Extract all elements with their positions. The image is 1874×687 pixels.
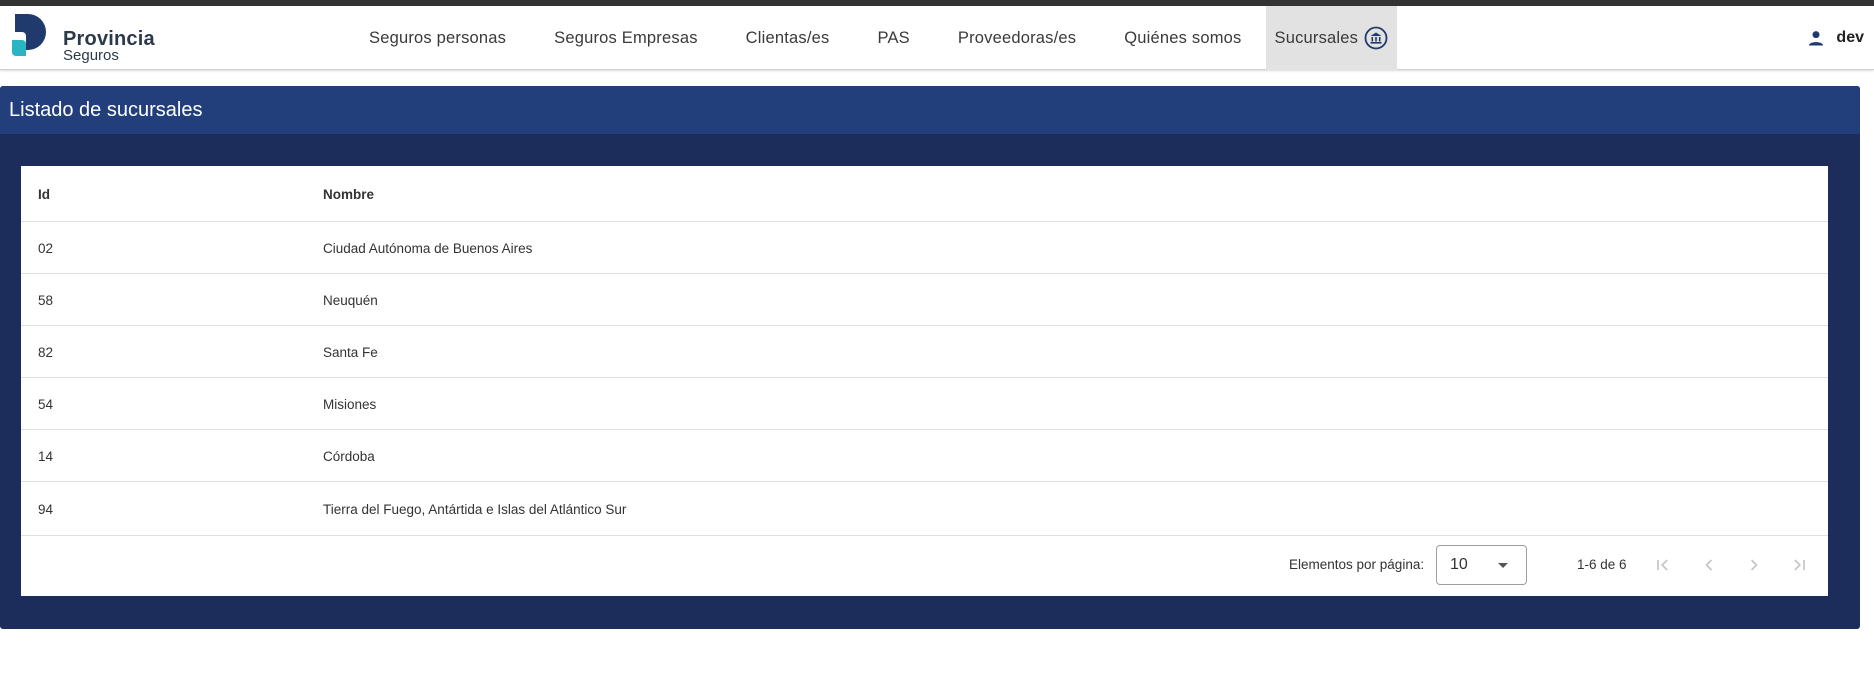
cell-id: 82 [38, 344, 54, 360]
nav-item-seguros-personas[interactable]: Seguros personas [345, 6, 530, 70]
cell-nombre: Santa Fe [323, 344, 378, 360]
last-page-icon [1794, 559, 1805, 571]
cell-id: 94 [38, 501, 54, 517]
cell-id: 02 [38, 240, 54, 256]
table-header-row: Id Nombre [21, 166, 1828, 222]
table-row[interactable]: 82 Santa Fe [21, 326, 1828, 378]
branches-panel: Listado de sucursales Id Nombre 02 Ciuda… [0, 86, 1860, 629]
logo-mark-icon [12, 14, 46, 56]
dropdown-arrow-icon [1498, 563, 1508, 568]
account-icon [1809, 31, 1824, 46]
branches-table: Id Nombre 02 Ciudad Autónoma de Buenos A… [21, 166, 1828, 596]
nav-item-pas[interactable]: PAS [853, 6, 933, 70]
cell-nombre: Ciudad Autónoma de Buenos Aires [323, 240, 533, 256]
cell-nombre: Misiones [323, 396, 377, 412]
page-size-label: Elementos por página: [1289, 557, 1425, 572]
brand-subtitle: Seguros [63, 47, 119, 64]
table-row[interactable]: 02 Ciudad Autónoma de Buenos Aires [21, 222, 1828, 274]
cell-id: 54 [38, 396, 54, 412]
table-row[interactable]: 58 Neuquén [21, 274, 1828, 326]
nav-item-quienes-somos[interactable]: Quiénes somos [1100, 6, 1265, 70]
nav-item-seguros-empresas[interactable]: Seguros Empresas [530, 6, 722, 70]
bank-icon [1364, 26, 1388, 50]
user-menu[interactable]: dev [1806, 6, 1864, 70]
main-nav: Seguros personas Seguros Empresas Client… [345, 6, 1398, 70]
previous-page-button[interactable] [1695, 551, 1723, 579]
panel-header: Listado de sucursales [0, 86, 1860, 134]
paginator: Elementos por página: 10 1-6 de 6 [21, 536, 1828, 596]
next-page-button[interactable] [1740, 551, 1768, 579]
cell-nombre: Tierra del Fuego, Antártida e Islas del … [323, 501, 627, 517]
page-size-select[interactable]: 10 [1436, 545, 1527, 585]
page-size-value: 10 [1450, 556, 1468, 573]
table-row[interactable]: 94 Tierra del Fuego, Antártida e Islas d… [21, 482, 1828, 536]
user-name: dev [1836, 29, 1864, 46]
column-header-id[interactable]: Id [38, 166, 50, 222]
cell-nombre: Córdoba [323, 448, 375, 464]
site-header: Provincia Seguros Seguros personas Segur… [0, 6, 1874, 70]
nav-item-sucursales[interactable]: Sucursales [1265, 6, 1398, 70]
first-page-button[interactable] [1649, 551, 1677, 579]
last-page-button[interactable] [1785, 551, 1813, 579]
table-row[interactable]: 14 Córdoba [21, 430, 1828, 482]
page-title: Listado de sucursales [9, 99, 203, 121]
cell-id: 14 [38, 448, 54, 464]
table-row[interactable]: 54 Misiones [21, 378, 1828, 430]
chevron-left-icon [1705, 559, 1713, 571]
chevron-right-icon [1750, 559, 1758, 571]
nav-item-sucursales-label: Sucursales [1274, 28, 1359, 47]
first-page-icon [1657, 559, 1668, 571]
brand-logo[interactable]: Provincia Seguros [12, 14, 162, 64]
column-header-nombre[interactable]: Nombre [323, 166, 374, 222]
nav-item-clientas[interactable]: Clientas/es [722, 6, 854, 70]
cell-id: 58 [38, 292, 54, 308]
cell-nombre: Neuquén [323, 292, 378, 308]
page-range-label: 1-6 de 6 [1577, 557, 1627, 572]
nav-item-proveedoras[interactable]: Proveedoras/es [934, 6, 1100, 70]
